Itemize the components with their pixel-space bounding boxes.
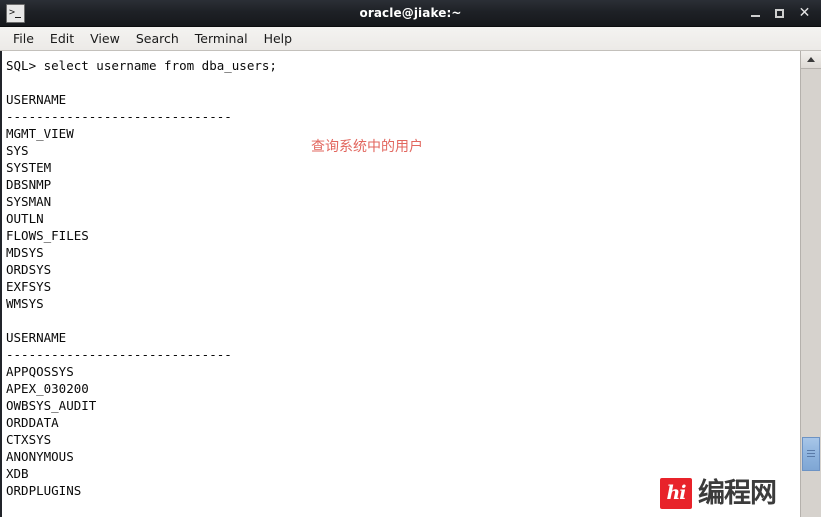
scrollbar-thumb[interactable] [802, 437, 820, 471]
terminal-window: oracle@jiake:~ ✕ File Edit View Search T… [0, 0, 821, 517]
terminal-screen[interactable]: SQL> select username from dba_users; USE… [0, 51, 800, 517]
vertical-scrollbar[interactable] [800, 51, 821, 517]
close-button[interactable]: ✕ [798, 6, 811, 20]
terminal-output: SQL> select username from dba_users; USE… [6, 58, 277, 498]
menu-bar: File Edit View Search Terminal Help [0, 27, 821, 51]
scrollbar-grip-icon [807, 450, 815, 458]
maximize-button[interactable] [774, 7, 787, 20]
menu-item-view[interactable]: View [82, 29, 128, 48]
menu-item-edit[interactable]: Edit [42, 29, 82, 48]
menu-item-search[interactable]: Search [128, 29, 187, 48]
title-bar[interactable]: oracle@jiake:~ ✕ [0, 0, 821, 27]
terminal-icon [6, 3, 25, 23]
scroll-up-arrow-icon[interactable] [801, 51, 821, 69]
terminal-body: SQL> select username from dba_users; USE… [0, 51, 821, 517]
menu-item-file[interactable]: File [5, 29, 42, 48]
window-title: oracle@jiake:~ [359, 6, 462, 20]
annotation-query-users: 查询系统中的用户 [311, 139, 423, 155]
menu-item-terminal[interactable]: Terminal [187, 29, 256, 48]
window-controls: ✕ [750, 6, 821, 20]
minimize-button[interactable] [750, 7, 763, 20]
scrollbar-track[interactable] [801, 69, 821, 517]
menu-item-help[interactable]: Help [256, 29, 301, 48]
